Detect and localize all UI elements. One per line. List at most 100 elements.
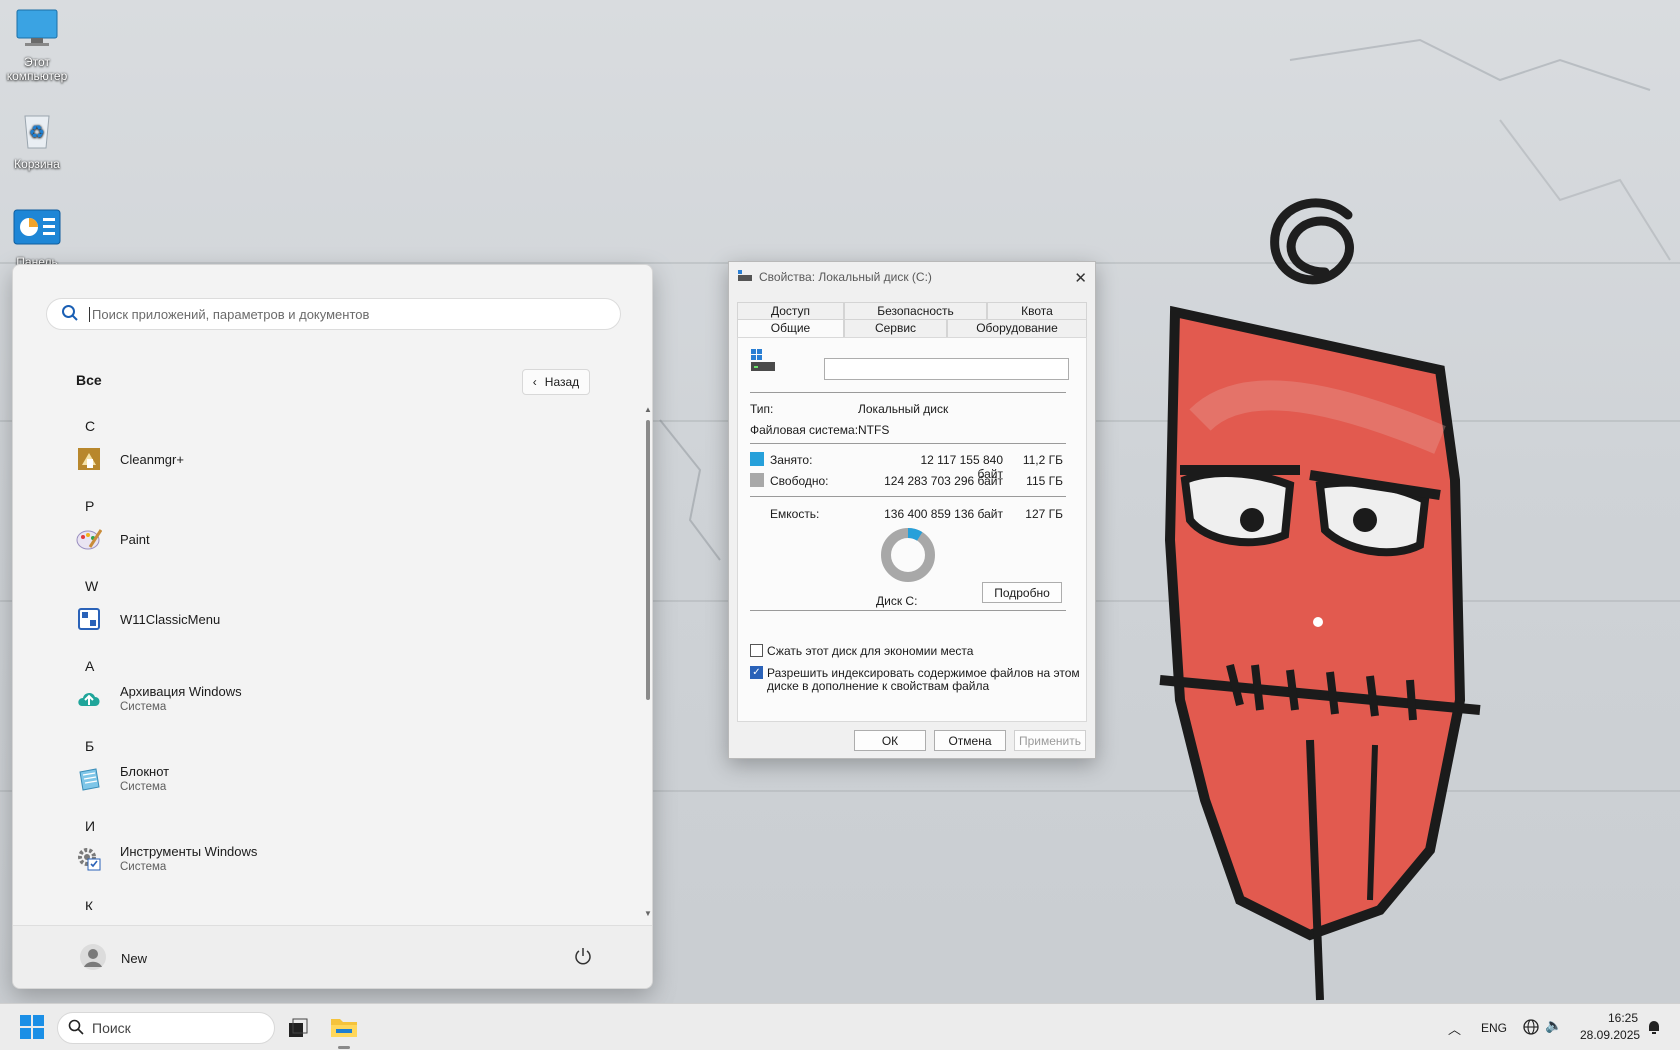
divider [750,392,1066,393]
local-disk-icon [750,348,776,377]
cancel-button[interactable]: Отмена [934,730,1006,751]
free-bytes: 124 283 703 296 байт [884,474,1003,488]
app-windows-backup[interactable]: Архивация Windows Система [76,684,242,713]
app-name: W11ClassicMenu [120,611,221,627]
close-icon[interactable]: ✕ [1074,269,1087,287]
scroll-down-icon[interactable]: ▼ [644,909,652,918]
paint-palette-icon [76,526,102,552]
type-label: Тип: [750,402,774,416]
power-icon [573,948,593,969]
control-panel-icon [0,208,77,251]
compress-checkbox[interactable] [750,644,763,657]
disk-properties-dialog: Свойства: Локальный диск (C:) ✕ Доступ Б… [728,261,1096,759]
app-windows-tools[interactable]: Инструменты Windows Система [76,844,257,873]
notepad-icon [76,766,102,792]
desktop-icon-this-pc[interactable]: Этот компьютер [0,8,77,83]
disk-letter-label: Диск C: [876,594,918,608]
app-name: Paint [120,531,150,547]
language-indicator[interactable]: ENG [1481,1021,1507,1035]
dialog-titlebar[interactable]: Свойства: Локальный диск (C:) [729,262,1095,292]
used-label: Занято: [770,453,813,467]
section-letter[interactable]: К [85,898,93,910]
back-button-label: Назад [544,375,580,389]
recycle-bin-icon: ♻ [0,110,77,153]
chevron-left-icon: ‹ [532,375,537,389]
capacity-size: 127 ГБ [1025,507,1063,521]
task-view-icon [288,1018,308,1041]
general-tab-panel: Тип: Локальный диск Файловая система: NT… [737,337,1087,722]
notifications-icon[interactable] [1646,1019,1662,1038]
index-checkbox[interactable]: ✓ [750,666,763,679]
taskbar-search[interactable]: Поиск [57,1012,275,1044]
ok-button[interactable]: ОК [854,730,926,751]
app-name: Инструменты Windows [120,844,258,859]
disk-usage-donut [881,528,935,582]
tab-quota[interactable]: Квота [987,302,1087,320]
used-space-swatch [750,452,764,466]
section-letter[interactable]: W [85,578,98,594]
app-category: Система [120,861,167,873]
volume-name-input[interactable] [824,358,1069,380]
desktop-icon-recycle-bin[interactable]: ♻ Корзина [0,110,77,171]
drive-icon [737,269,753,286]
all-apps-list: C Cleanmgr+ P Paint W W11ClassicMenu А А… [13,400,633,910]
tab-tools[interactable]: Сервис [844,319,947,337]
tab-access[interactable]: Доступ [737,302,844,320]
section-letter[interactable]: Б [85,738,94,754]
monitor-icon [0,8,77,51]
avatar [79,943,107,974]
app-category: Система [120,701,167,713]
app-notepad[interactable]: Блокнот Система [76,764,169,793]
details-button[interactable]: Подробно [982,582,1062,603]
clock-time[interactable]: 16:25 [1608,1011,1638,1025]
apps-scrollbar[interactable]: ▲ ▼ [643,405,653,925]
windows-logo-icon [20,1015,44,1042]
globe-icon[interactable] [1522,1018,1540,1039]
tab-general[interactable]: Общие [737,319,844,338]
section-letter[interactable]: А [85,658,94,674]
type-value: Локальный диск [858,402,949,416]
app-paint[interactable]: Paint [76,526,150,552]
user-account-button[interactable]: New [79,943,147,974]
search-icon [68,1019,84,1038]
chevron-up-icon[interactable]: ︿ [1448,1019,1461,1038]
capacity-label: Емкость: [770,507,820,521]
start-menu: Поиск приложений, параметров и документо… [12,264,653,989]
section-letter[interactable]: C [85,418,95,434]
taskbar: Поиск ︿ ENG 🔈 16:25 28.09.2025 [0,1003,1680,1050]
file-explorer-button[interactable] [330,1015,358,1042]
scroll-up-icon[interactable]: ▲ [644,405,652,414]
start-button[interactable] [20,1015,44,1042]
back-button[interactable]: ‹ Назад [522,369,590,395]
tab-hardware[interactable]: Оборудование [947,319,1087,337]
tab-security[interactable]: Безопасность [844,302,987,320]
clock-date[interactable]: 28.09.2025 [1580,1028,1640,1042]
power-button[interactable] [573,946,593,969]
used-size: 11,2 ГБ [1022,453,1063,467]
dialog-title: Свойства: Локальный диск (C:) [759,270,932,284]
free-label: Свободно: [770,474,829,488]
app-name: Блокнот [120,764,170,779]
cleanmgr-icon [76,446,102,472]
divider [750,496,1066,497]
section-letter[interactable]: И [85,818,95,834]
section-letter[interactable]: P [85,498,94,514]
app-cleanmgr[interactable]: Cleanmgr+ [76,446,184,472]
gear-icon [76,846,102,872]
tabs-row-top: Доступ Безопасность Квота [737,302,1087,320]
desktop-icon-label: Корзина [14,157,60,171]
search-placeholder: Поиск приложений, параметров и документо… [89,306,369,322]
desktop-icon-control-panel[interactable]: Панель [0,208,77,269]
app-w11classicmenu[interactable]: W11ClassicMenu [76,606,220,632]
apply-button[interactable]: Применить [1014,730,1086,751]
scroll-thumb[interactable] [646,420,650,700]
cloud-backup-icon [76,686,102,712]
free-space-swatch [750,473,764,487]
search-icon [61,304,79,325]
app-name: Архивация Windows [120,684,242,699]
start-search-input[interactable]: Поиск приложений, параметров и документо… [46,298,621,330]
w11classicmenu-icon [76,606,102,632]
compress-label: Сжать этот диск для экономии места [767,644,974,658]
task-view-button[interactable] [288,1018,308,1041]
volume-icon[interactable]: 🔈 [1545,1017,1562,1034]
